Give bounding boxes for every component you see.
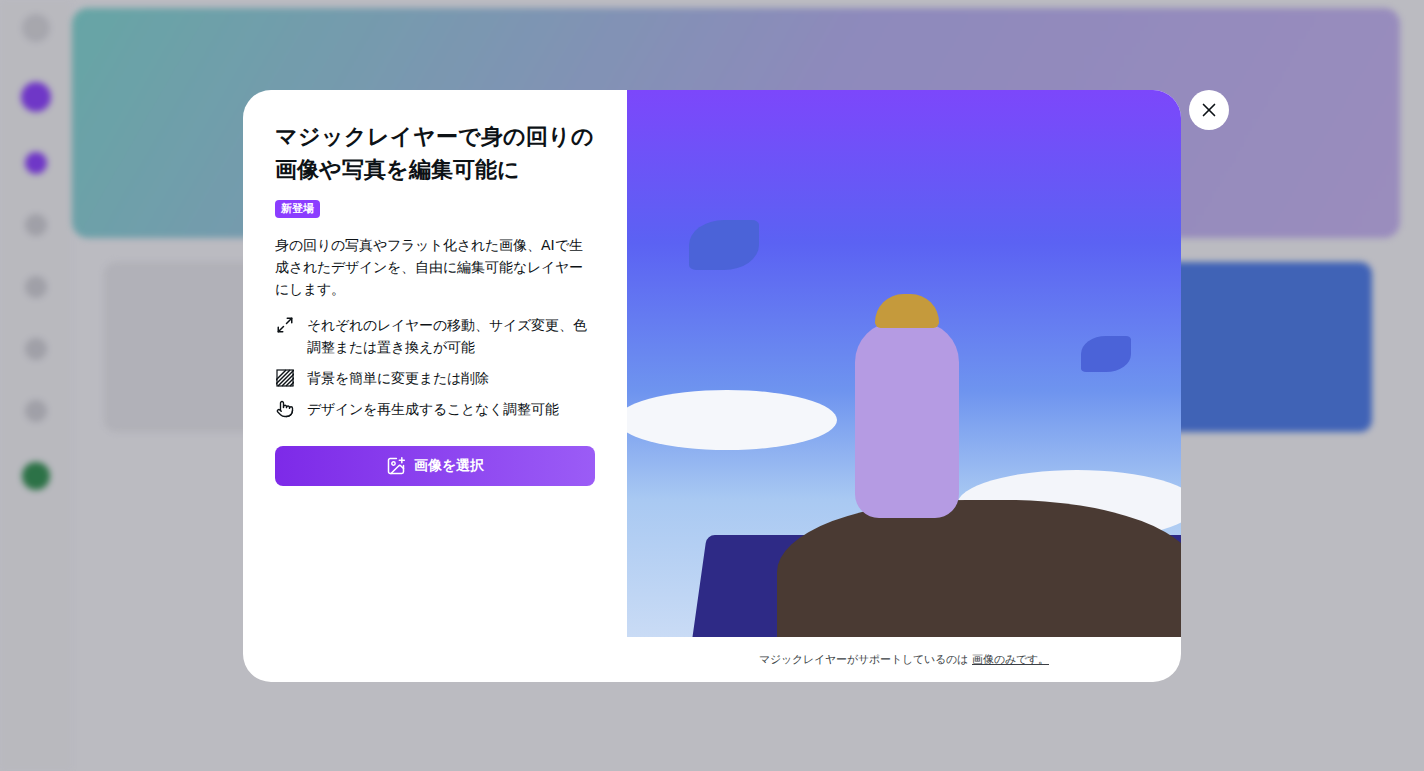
button-label: 画像を選択: [414, 457, 484, 475]
cloud: [627, 390, 837, 450]
magic-layers-modal: マジックレイヤーで身の回りの画像や写真を編集可能に新登場身の回りの写真やフラット…: [243, 90, 1181, 682]
modal-visual: マジックレイヤーがサポートしているのは画像のみです。: [627, 90, 1181, 682]
butterfly: [689, 220, 759, 270]
note-text: マジックレイヤーがサポートしているのは: [759, 652, 968, 667]
screen: マジックレイヤーで身の回りの画像や写真を編集可能に新登場身の回りの写真やフラット…: [0, 0, 1424, 771]
feature-item: それぞれのレイヤーの移動、サイズ変更、色調整または置き換えが可能: [275, 314, 595, 358]
feature-item: デザインを再生成することなく調整可能: [275, 398, 595, 420]
image-plus-icon: [386, 456, 406, 476]
feature-item: 背景を簡単に変更または削除: [275, 367, 595, 389]
rock: [777, 500, 1181, 637]
promo-image: [627, 90, 1181, 637]
modal-content: マジックレイヤーで身の回りの画像や写真を編集可能に新登場身の回りの写真やフラット…: [243, 90, 627, 682]
feature-text: 背景を簡単に変更または削除: [307, 367, 489, 389]
bottle: [855, 322, 959, 518]
note-link[interactable]: 画像のみです。: [972, 652, 1049, 667]
resize-icon: [276, 316, 294, 334]
hatch-icon: [276, 369, 294, 387]
feature-list: それぞれのレイヤーの移動、サイズ変更、色調整または置き換えが可能背景を簡単に変更…: [275, 314, 595, 420]
overlay: マジックレイヤーで身の回りの画像や写真を編集可能に新登場身の回りの写真やフラット…: [0, 0, 1424, 771]
close-icon: [1198, 99, 1220, 121]
close-button[interactable]: [1189, 90, 1229, 130]
hand-icon: [276, 400, 294, 418]
new-badge: 新登場: [275, 200, 320, 218]
feature-text: デザインを再生成することなく調整可能: [307, 398, 559, 420]
select-image-button[interactable]: 画像を選択: [275, 446, 595, 486]
feature-text: それぞれのレイヤーの移動、サイズ変更、色調整または置き換えが可能: [307, 314, 595, 358]
modal-title: マジックレイヤーで身の回りの画像や写真を編集可能に: [275, 120, 595, 186]
butterfly: [1081, 336, 1131, 372]
feature-icon-box: [275, 314, 295, 336]
feature-icon-box: [275, 367, 295, 389]
modal-description: 身の回りの写真やフラット化された画像、AIで生成されたデザインを、自由に編集可能…: [275, 234, 595, 300]
support-note: マジックレイヤーがサポートしているのは画像のみです。: [627, 637, 1181, 682]
feature-icon-box: [275, 398, 295, 420]
bottle-cap: [875, 294, 939, 328]
